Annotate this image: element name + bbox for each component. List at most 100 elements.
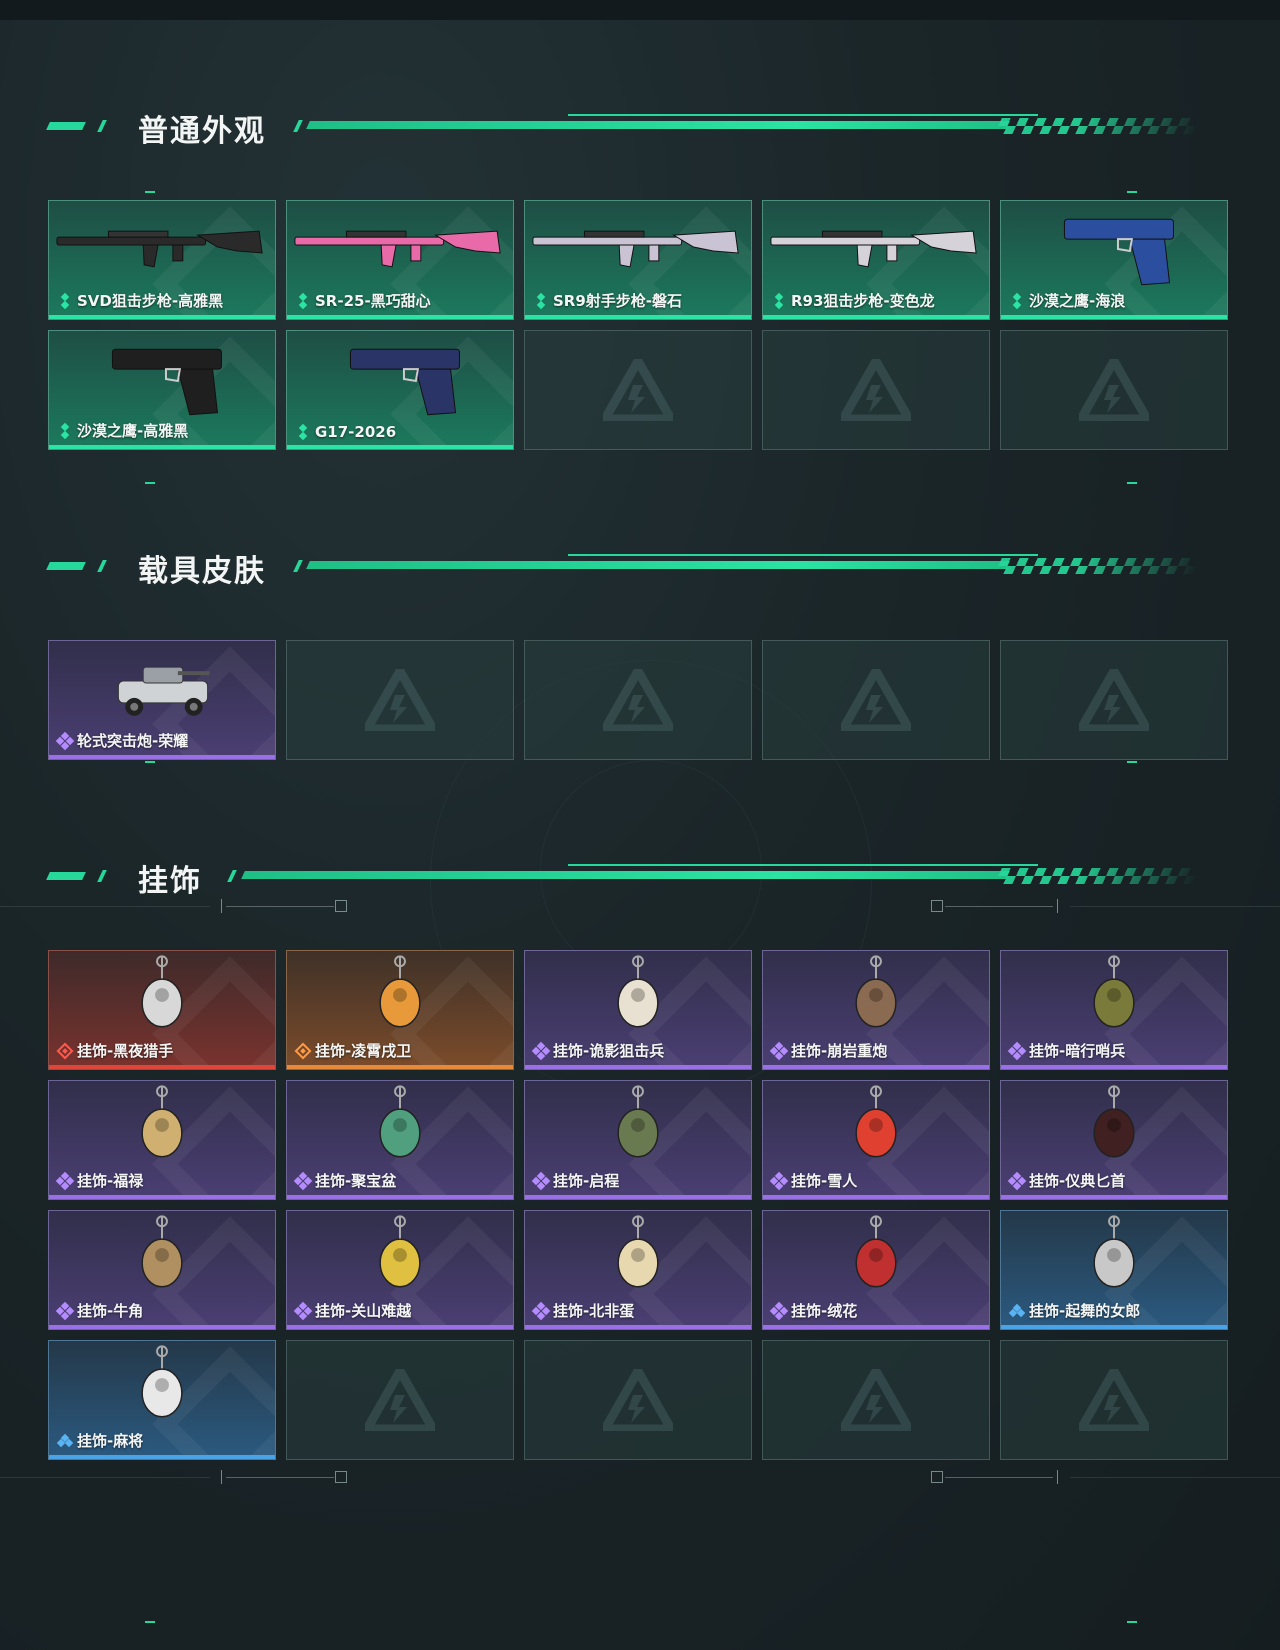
pistol-icon bbox=[1063, 218, 1174, 286]
item-label: 挂饰-崩岩重炮 bbox=[769, 1040, 888, 1061]
empty-slot bbox=[1000, 1340, 1228, 1460]
frame-tick bbox=[1127, 482, 1137, 484]
empty-slot bbox=[762, 330, 990, 450]
empty-slot bbox=[524, 640, 752, 760]
item-card[interactable]: 挂饰-关山难越 bbox=[286, 1210, 514, 1330]
item-name: 挂饰-麻将 bbox=[77, 1432, 144, 1450]
purple-rarity-icon bbox=[531, 1301, 551, 1320]
item-label: 挂饰-绒花 bbox=[769, 1300, 857, 1321]
item-card[interactable]: 沙漠之鹰-高雅黑 bbox=[48, 330, 276, 450]
header-line bbox=[306, 121, 1010, 129]
item-label: 挂饰-仪典匕首 bbox=[1007, 1170, 1125, 1191]
item-label: 沙漠之鹰-海浪 bbox=[1009, 290, 1125, 311]
rifle-icon bbox=[294, 230, 501, 268]
header-dash bbox=[97, 120, 107, 132]
charm-icon bbox=[379, 1215, 421, 1288]
item-name: 挂饰-诡影狙击兵 bbox=[553, 1042, 665, 1060]
item-card[interactable]: 挂饰-暗行哨兵 bbox=[1000, 950, 1228, 1070]
charm-icon bbox=[617, 955, 659, 1028]
item-label: SVD狙击步枪-高雅黑 bbox=[57, 290, 223, 311]
placeholder-logo-icon bbox=[603, 1369, 673, 1431]
charm-icon bbox=[855, 1085, 897, 1158]
green-rarity-icon bbox=[295, 423, 311, 441]
item-card[interactable]: 挂饰-福禄 bbox=[48, 1080, 276, 1200]
purple-rarity-icon bbox=[55, 1301, 75, 1320]
hud-line bbox=[0, 1477, 210, 1478]
item-card[interactable]: 挂饰-黑夜猎手 bbox=[48, 950, 276, 1070]
header-checker bbox=[994, 868, 1202, 884]
purple-rarity-icon bbox=[293, 1301, 313, 1320]
header-checker bbox=[994, 118, 1202, 134]
vehicle-skins-grid: 轮式突击炮-荣耀 bbox=[48, 640, 1228, 760]
green-rarity-icon bbox=[771, 292, 787, 309]
item-name: 挂饰-关山难越 bbox=[315, 1302, 412, 1320]
item-card[interactable]: 挂饰-雪人 bbox=[762, 1080, 990, 1200]
normal-skins-grid: SVD狙击步枪-高雅黑 SR-25-黑巧甜心 SR9射手步枪-磐石 R93狙击步… bbox=[48, 200, 1228, 450]
item-card[interactable]: 挂饰-崩岩重炮 bbox=[762, 950, 990, 1070]
hud-box bbox=[931, 1471, 943, 1483]
item-card[interactable]: SR-25-黑巧甜心 bbox=[286, 200, 514, 320]
hud-marker bbox=[1057, 899, 1058, 913]
header-dash bbox=[46, 562, 86, 570]
item-card[interactable]: 挂饰-诡影狙击兵 bbox=[524, 950, 752, 1070]
item-label: 挂饰-暗行哨兵 bbox=[1007, 1040, 1125, 1061]
charm-icon bbox=[617, 1215, 659, 1288]
empty-slot bbox=[762, 1340, 990, 1460]
item-name: 挂饰-启程 bbox=[553, 1172, 620, 1190]
item-card[interactable]: 沙漠之鹰-海浪 bbox=[1000, 200, 1228, 320]
item-card[interactable]: 挂饰-北非蛋 bbox=[524, 1210, 752, 1330]
item-card[interactable]: SR9射手步枪-磐石 bbox=[524, 200, 752, 320]
header-checker bbox=[994, 558, 1202, 574]
item-label: 挂饰-关山难越 bbox=[293, 1300, 412, 1321]
charm-icon bbox=[855, 1215, 897, 1288]
charm-icon bbox=[141, 1345, 183, 1418]
item-card[interactable]: 挂饰-牛角 bbox=[48, 1210, 276, 1330]
item-card[interactable]: 挂饰-聚宝盆 bbox=[286, 1080, 514, 1200]
placeholder-logo-icon bbox=[841, 1369, 911, 1431]
frame-tick bbox=[145, 761, 155, 763]
item-card[interactable]: 挂饰-麻将 bbox=[48, 1340, 276, 1460]
item-name: 挂饰-崩岩重炮 bbox=[791, 1042, 888, 1060]
item-name: 挂饰-牛角 bbox=[77, 1302, 144, 1320]
item-label: G17-2026 bbox=[295, 423, 396, 441]
item-card[interactable]: G17-2026 bbox=[286, 330, 514, 450]
item-card[interactable]: 挂饰-仪典匕首 bbox=[1000, 1080, 1228, 1200]
frame-tick bbox=[1127, 1621, 1137, 1623]
item-card[interactable]: 挂饰-凌霄戌卫 bbox=[286, 950, 514, 1070]
item-card[interactable]: R93狙击步枪-变色龙 bbox=[762, 200, 990, 320]
hud-marker bbox=[221, 1470, 222, 1484]
header-dash bbox=[293, 120, 303, 132]
charm-icon bbox=[141, 1215, 183, 1288]
empty-slot bbox=[524, 1340, 752, 1460]
item-card[interactable]: 挂饰-启程 bbox=[524, 1080, 752, 1200]
header-dash bbox=[293, 560, 303, 572]
item-name: 挂饰-北非蛋 bbox=[553, 1302, 635, 1320]
pistol-icon bbox=[349, 348, 460, 416]
hud-box bbox=[335, 900, 347, 912]
purple-rarity-icon bbox=[293, 1171, 313, 1190]
charm-icon bbox=[379, 955, 421, 1028]
charms-grid: 挂饰-黑夜猎手 挂饰-凌霄戌卫 挂饰-诡影狙击兵 挂饰-崩岩重炮 挂饰-暗行哨兵 bbox=[48, 950, 1228, 1460]
item-name: SR-25-黑巧甜心 bbox=[315, 292, 431, 310]
hud-line bbox=[0, 906, 210, 907]
item-card[interactable]: 挂饰-绒花 bbox=[762, 1210, 990, 1330]
item-card[interactable]: SVD狙击步枪-高雅黑 bbox=[48, 200, 276, 320]
placeholder-logo-icon bbox=[365, 669, 435, 731]
item-card[interactable]: 挂饰-起舞的女郎 bbox=[1000, 1210, 1228, 1330]
item-card[interactable]: 轮式突击炮-荣耀 bbox=[48, 640, 276, 760]
item-name: 挂饰-黑夜猎手 bbox=[77, 1042, 174, 1060]
section-title: 载具皮肤 bbox=[138, 554, 266, 589]
item-name: 挂饰-聚宝盆 bbox=[315, 1172, 397, 1190]
section-title: 普通外观 bbox=[138, 114, 266, 149]
top-bar bbox=[0, 0, 1280, 20]
item-label: 挂饰-北非蛋 bbox=[531, 1300, 635, 1321]
purple-rarity-icon bbox=[55, 731, 75, 750]
blue-rarity-icon bbox=[1008, 1303, 1026, 1319]
frame-tick bbox=[145, 191, 155, 193]
purple-rarity-icon bbox=[531, 1041, 551, 1060]
item-label: 沙漠之鹰-高雅黑 bbox=[57, 420, 188, 441]
hud-line bbox=[1070, 906, 1280, 907]
empty-slot bbox=[286, 1340, 514, 1460]
purple-rarity-icon bbox=[769, 1171, 789, 1190]
item-name: R93狙击步枪-变色龙 bbox=[791, 292, 935, 310]
